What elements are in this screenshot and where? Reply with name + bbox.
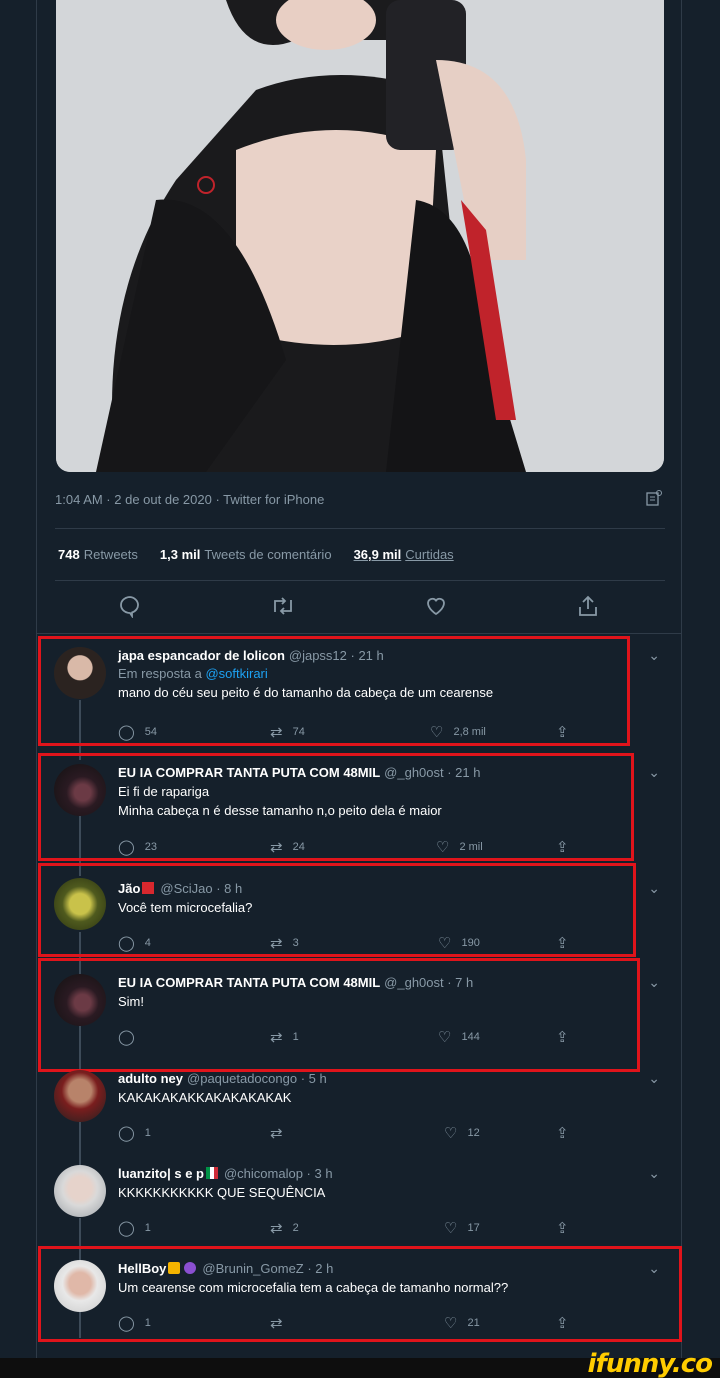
heart-icon: ♡ — [444, 1125, 458, 1142]
reply-text: KKKKKKKKKKK QUE SEQUÊNCIA — [118, 1185, 326, 1200]
reply-share-button[interactable]: ⇪ — [556, 1219, 569, 1237]
highlight-box — [38, 863, 636, 957]
retweet-count: 2 — [292, 1222, 299, 1234]
comments-label: Tweets de comentário — [204, 547, 332, 562]
reply-actions: ◯ 1 ⇄ 2 ♡ 17 ⇪ — [118, 1219, 572, 1239]
share-icon: ⇪ — [556, 1220, 569, 1237]
divider — [36, 633, 682, 634]
like-count: 17 — [467, 1222, 480, 1234]
reply-author-handle[interactable]: @paquetadocongo · 5 h — [187, 1071, 327, 1086]
reply-tweet[interactable]: luanzito| s e p @chicomalop · 3 h KKKKKKK… — [36, 1163, 682, 1243]
reply-like-button[interactable]: ♡ 12 — [444, 1124, 480, 1142]
tweet-stats: 748 Retweets 1,3 mil Tweets de comentário … — [58, 547, 454, 562]
chevron-down-icon[interactable]: ⌄ — [648, 647, 660, 664]
reply-retweet-button[interactable]: ⇄ 2 — [270, 1219, 299, 1237]
comment-count: 1 — [144, 1222, 151, 1234]
chevron-down-icon[interactable]: ⌄ — [648, 974, 660, 991]
chevron-down-icon[interactable]: ⌄ — [648, 880, 660, 897]
reply-author-handle[interactable]: @chicomalop · 3 h — [224, 1166, 333, 1181]
divider — [55, 580, 665, 581]
likes-stat[interactable]: 36,9 mil Curtidas — [354, 547, 454, 562]
comments-count: 1,3 mil — [159, 547, 201, 562]
avatar[interactable] — [54, 1165, 106, 1217]
highlight-box — [38, 958, 640, 1072]
retweets-stat[interactable]: 748 Retweets — [58, 547, 138, 562]
comment-icon[interactable] — [118, 594, 142, 624]
avatar[interactable] — [54, 1070, 106, 1122]
divider — [55, 528, 665, 529]
highlight-box — [38, 1246, 682, 1342]
reply-retweet-button[interactable]: ⇄ — [270, 1124, 293, 1142]
photo-illustration — [56, 0, 664, 472]
ifunny-watermark: ifunny.co — [587, 1349, 713, 1378]
reply-tweet[interactable]: adulto ney @paquetadocongo · 5 h KAKAKAKA… — [36, 1068, 682, 1148]
tweet-photo[interactable] — [56, 0, 664, 472]
reply-comment-button[interactable]: ◯ 1 — [118, 1124, 151, 1142]
reply-author-name[interactable]: adulto ney — [118, 1071, 183, 1086]
comment-icon: ◯ — [118, 1125, 135, 1142]
tweet-timestamp[interactable]: 1:04 AM · 2 de out de 2020 · Twitter for… — [55, 492, 324, 507]
analytics-icon[interactable] — [646, 490, 662, 506]
heart-icon: ♡ — [444, 1220, 458, 1237]
retweet-icon[interactable] — [270, 594, 296, 624]
comment-icon: ◯ — [118, 1220, 135, 1237]
retweets-label: Retweets — [83, 547, 138, 562]
likes-label: Curtidas — [405, 547, 454, 562]
italy-flag-icon — [205, 1167, 218, 1179]
comment-count: 1 — [144, 1127, 151, 1139]
likes-count: 36,9 mil — [353, 547, 402, 562]
highlight-box — [38, 753, 634, 861]
highlight-box — [38, 636, 630, 746]
chevron-down-icon[interactable]: ⌄ — [648, 764, 660, 781]
comments-stat[interactable]: 1,3 mil Tweets de comentário — [160, 547, 332, 562]
like-count: 12 — [467, 1127, 480, 1139]
reply-text: KAKAKAKAKKAKAKAKAKAK — [118, 1090, 292, 1105]
reply-share-button[interactable]: ⇪ — [556, 1124, 569, 1142]
share-icon: ⇪ — [556, 1125, 569, 1142]
retweet-icon: ⇄ — [270, 1220, 283, 1237]
reply-comment-button[interactable]: ◯ 1 — [118, 1219, 151, 1237]
chevron-down-icon[interactable]: ⌄ — [648, 1165, 660, 1182]
like-icon[interactable] — [424, 594, 448, 624]
reply-like-button[interactable]: ♡ 17 — [444, 1219, 480, 1237]
share-icon[interactable] — [576, 594, 600, 624]
tweet-actions — [56, 594, 666, 622]
reply-author-name[interactable]: luanzito| s e p — [118, 1166, 204, 1181]
reply-actions: ◯ 1 ⇄ ♡ 12 ⇪ — [118, 1124, 572, 1144]
retweets-count: 748 — [58, 547, 80, 562]
chevron-down-icon[interactable]: ⌄ — [648, 1070, 660, 1087]
retweet-icon: ⇄ — [270, 1125, 283, 1142]
